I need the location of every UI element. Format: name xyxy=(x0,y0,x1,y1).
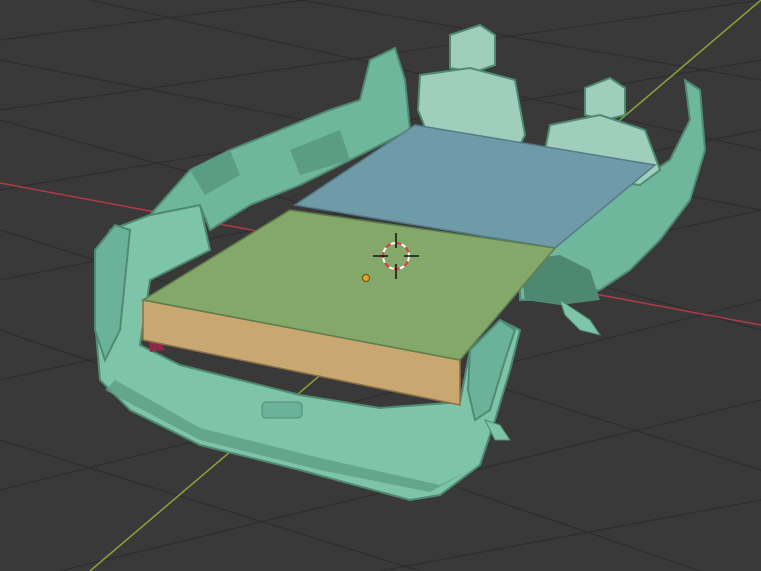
3d-viewport[interactable] xyxy=(0,0,761,571)
viewport-canvas[interactable] xyxy=(0,0,761,571)
left-headrest xyxy=(449,23,496,74)
object-origin-point[interactable] xyxy=(362,274,370,282)
right-headrest xyxy=(584,76,626,122)
